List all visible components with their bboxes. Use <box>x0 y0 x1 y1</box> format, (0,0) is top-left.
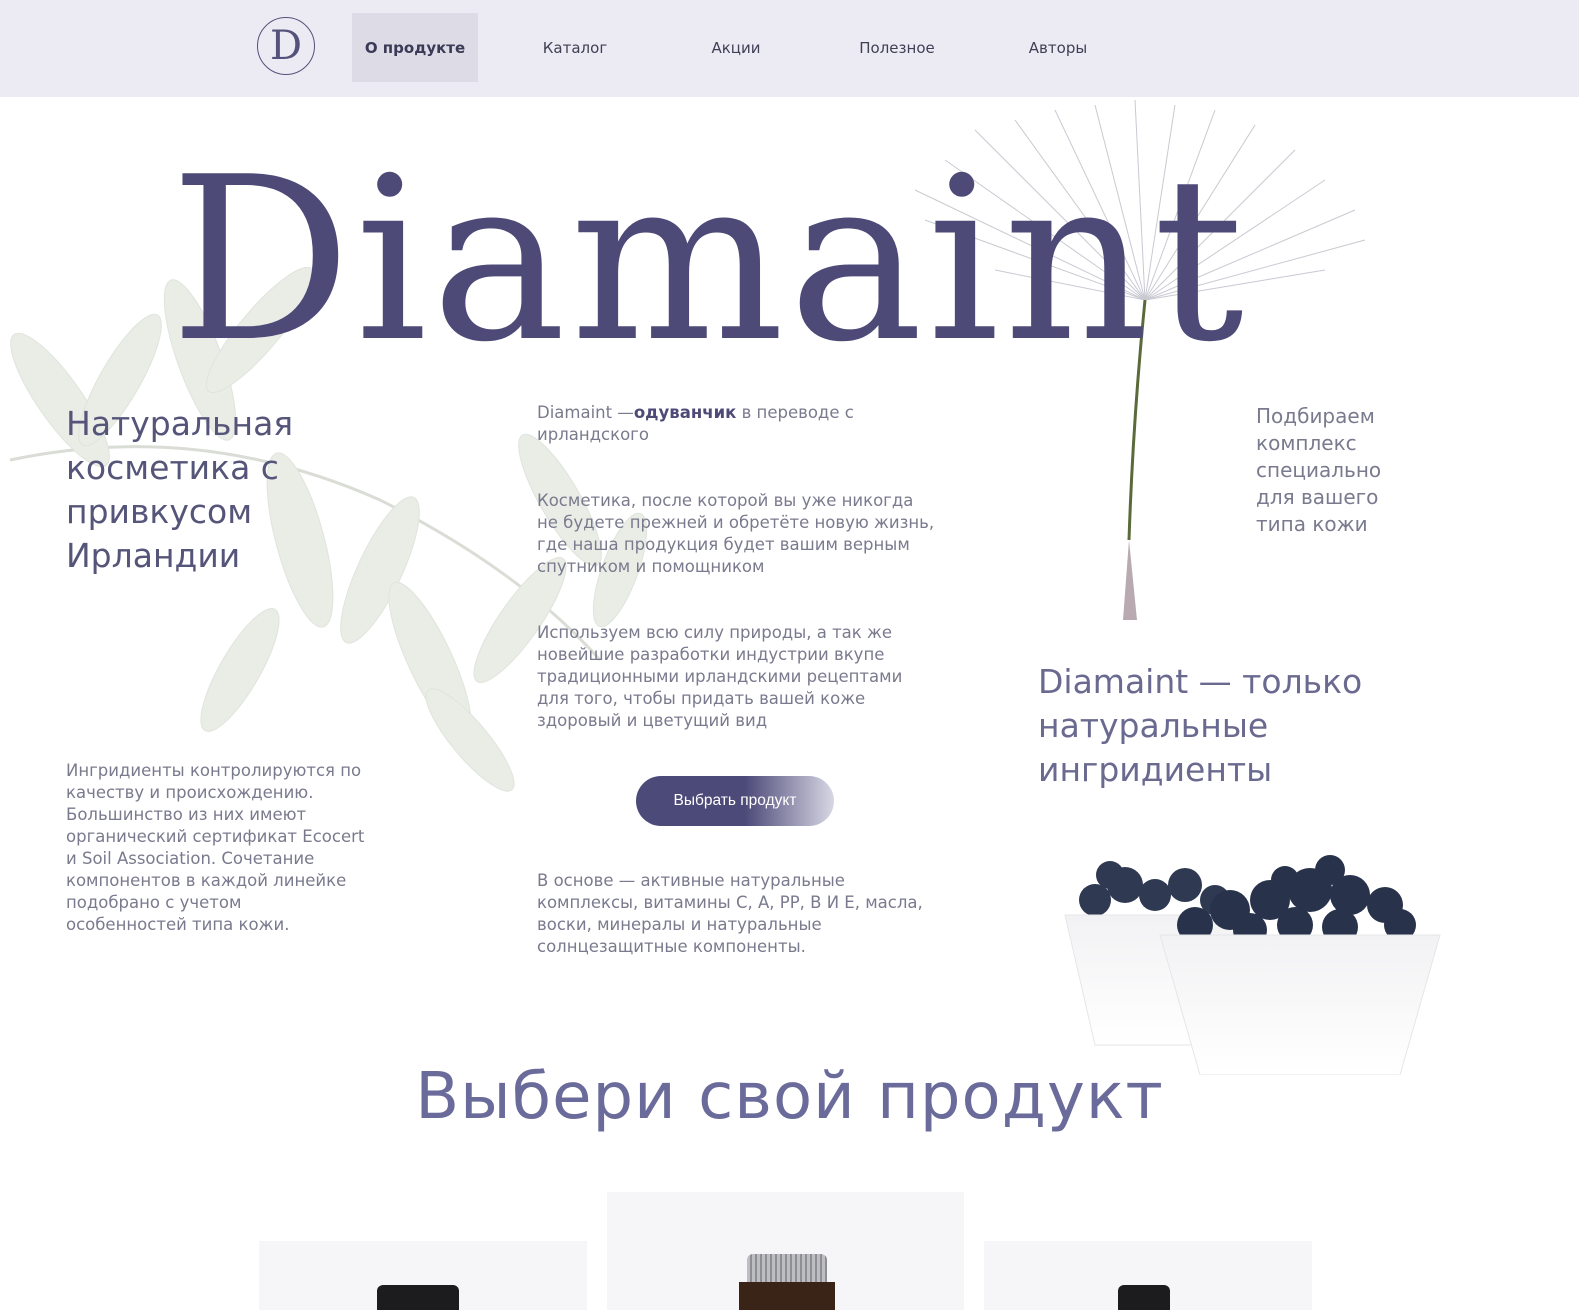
choose-product-button[interactable]: Выбрать продукт <box>636 776 834 826</box>
nav-item-authors[interactable]: Авторы <box>1008 13 1108 82</box>
logo-icon[interactable]: D <box>257 17 315 75</box>
product-bottle-cap-icon <box>1118 1285 1170 1310</box>
blueberries-image <box>1064 855 1441 1075</box>
nature-paragraph: Используем всю силу природы, а так же но… <box>537 623 903 730</box>
product-bottle-cap-icon <box>377 1285 459 1310</box>
brand-title: Diamaint <box>170 129 1248 392</box>
product-card[interactable] <box>607 1192 964 1310</box>
natural-ingredients-heading: Diamaint — только натуральные ингридиент… <box>1038 662 1363 789</box>
nav-item-about[interactable]: О продукте <box>352 13 478 82</box>
skin-type-text: Подбираем комплекс специально для вашего… <box>1256 404 1382 536</box>
brand-meaning-bold: одуванчик <box>633 403 737 422</box>
brand-meaning-prefix: Diamaint — <box>537 403 634 422</box>
site-header <box>0 0 1579 97</box>
nav-item-promotions[interactable]: Акции <box>686 13 786 82</box>
brand-meaning-text: Diamaint —одуванчик в переводе с ирландс… <box>537 402 937 446</box>
product-card[interactable] <box>984 1241 1312 1310</box>
products-section-title: Выбери свой продукт <box>415 1060 1164 1134</box>
product-jar-lid-icon <box>747 1254 827 1282</box>
intro-paragraph: Косметика, после которой вы уже никогда … <box>537 491 935 576</box>
product-jar-body-icon <box>739 1282 835 1310</box>
base-paragraph: В основе — активные натуральные комплекс… <box>537 871 923 956</box>
hero-tagline: Натуральная косметика с привкусом Ирланд… <box>66 404 294 575</box>
nav-item-catalog[interactable]: Каталог <box>520 13 630 82</box>
logo-letter: D <box>269 23 303 69</box>
product-card[interactable] <box>259 1241 587 1310</box>
ingredients-text: Ингридиенты контролируются по качеству и… <box>66 761 365 934</box>
nav-item-useful[interactable]: Полезное <box>842 13 952 82</box>
